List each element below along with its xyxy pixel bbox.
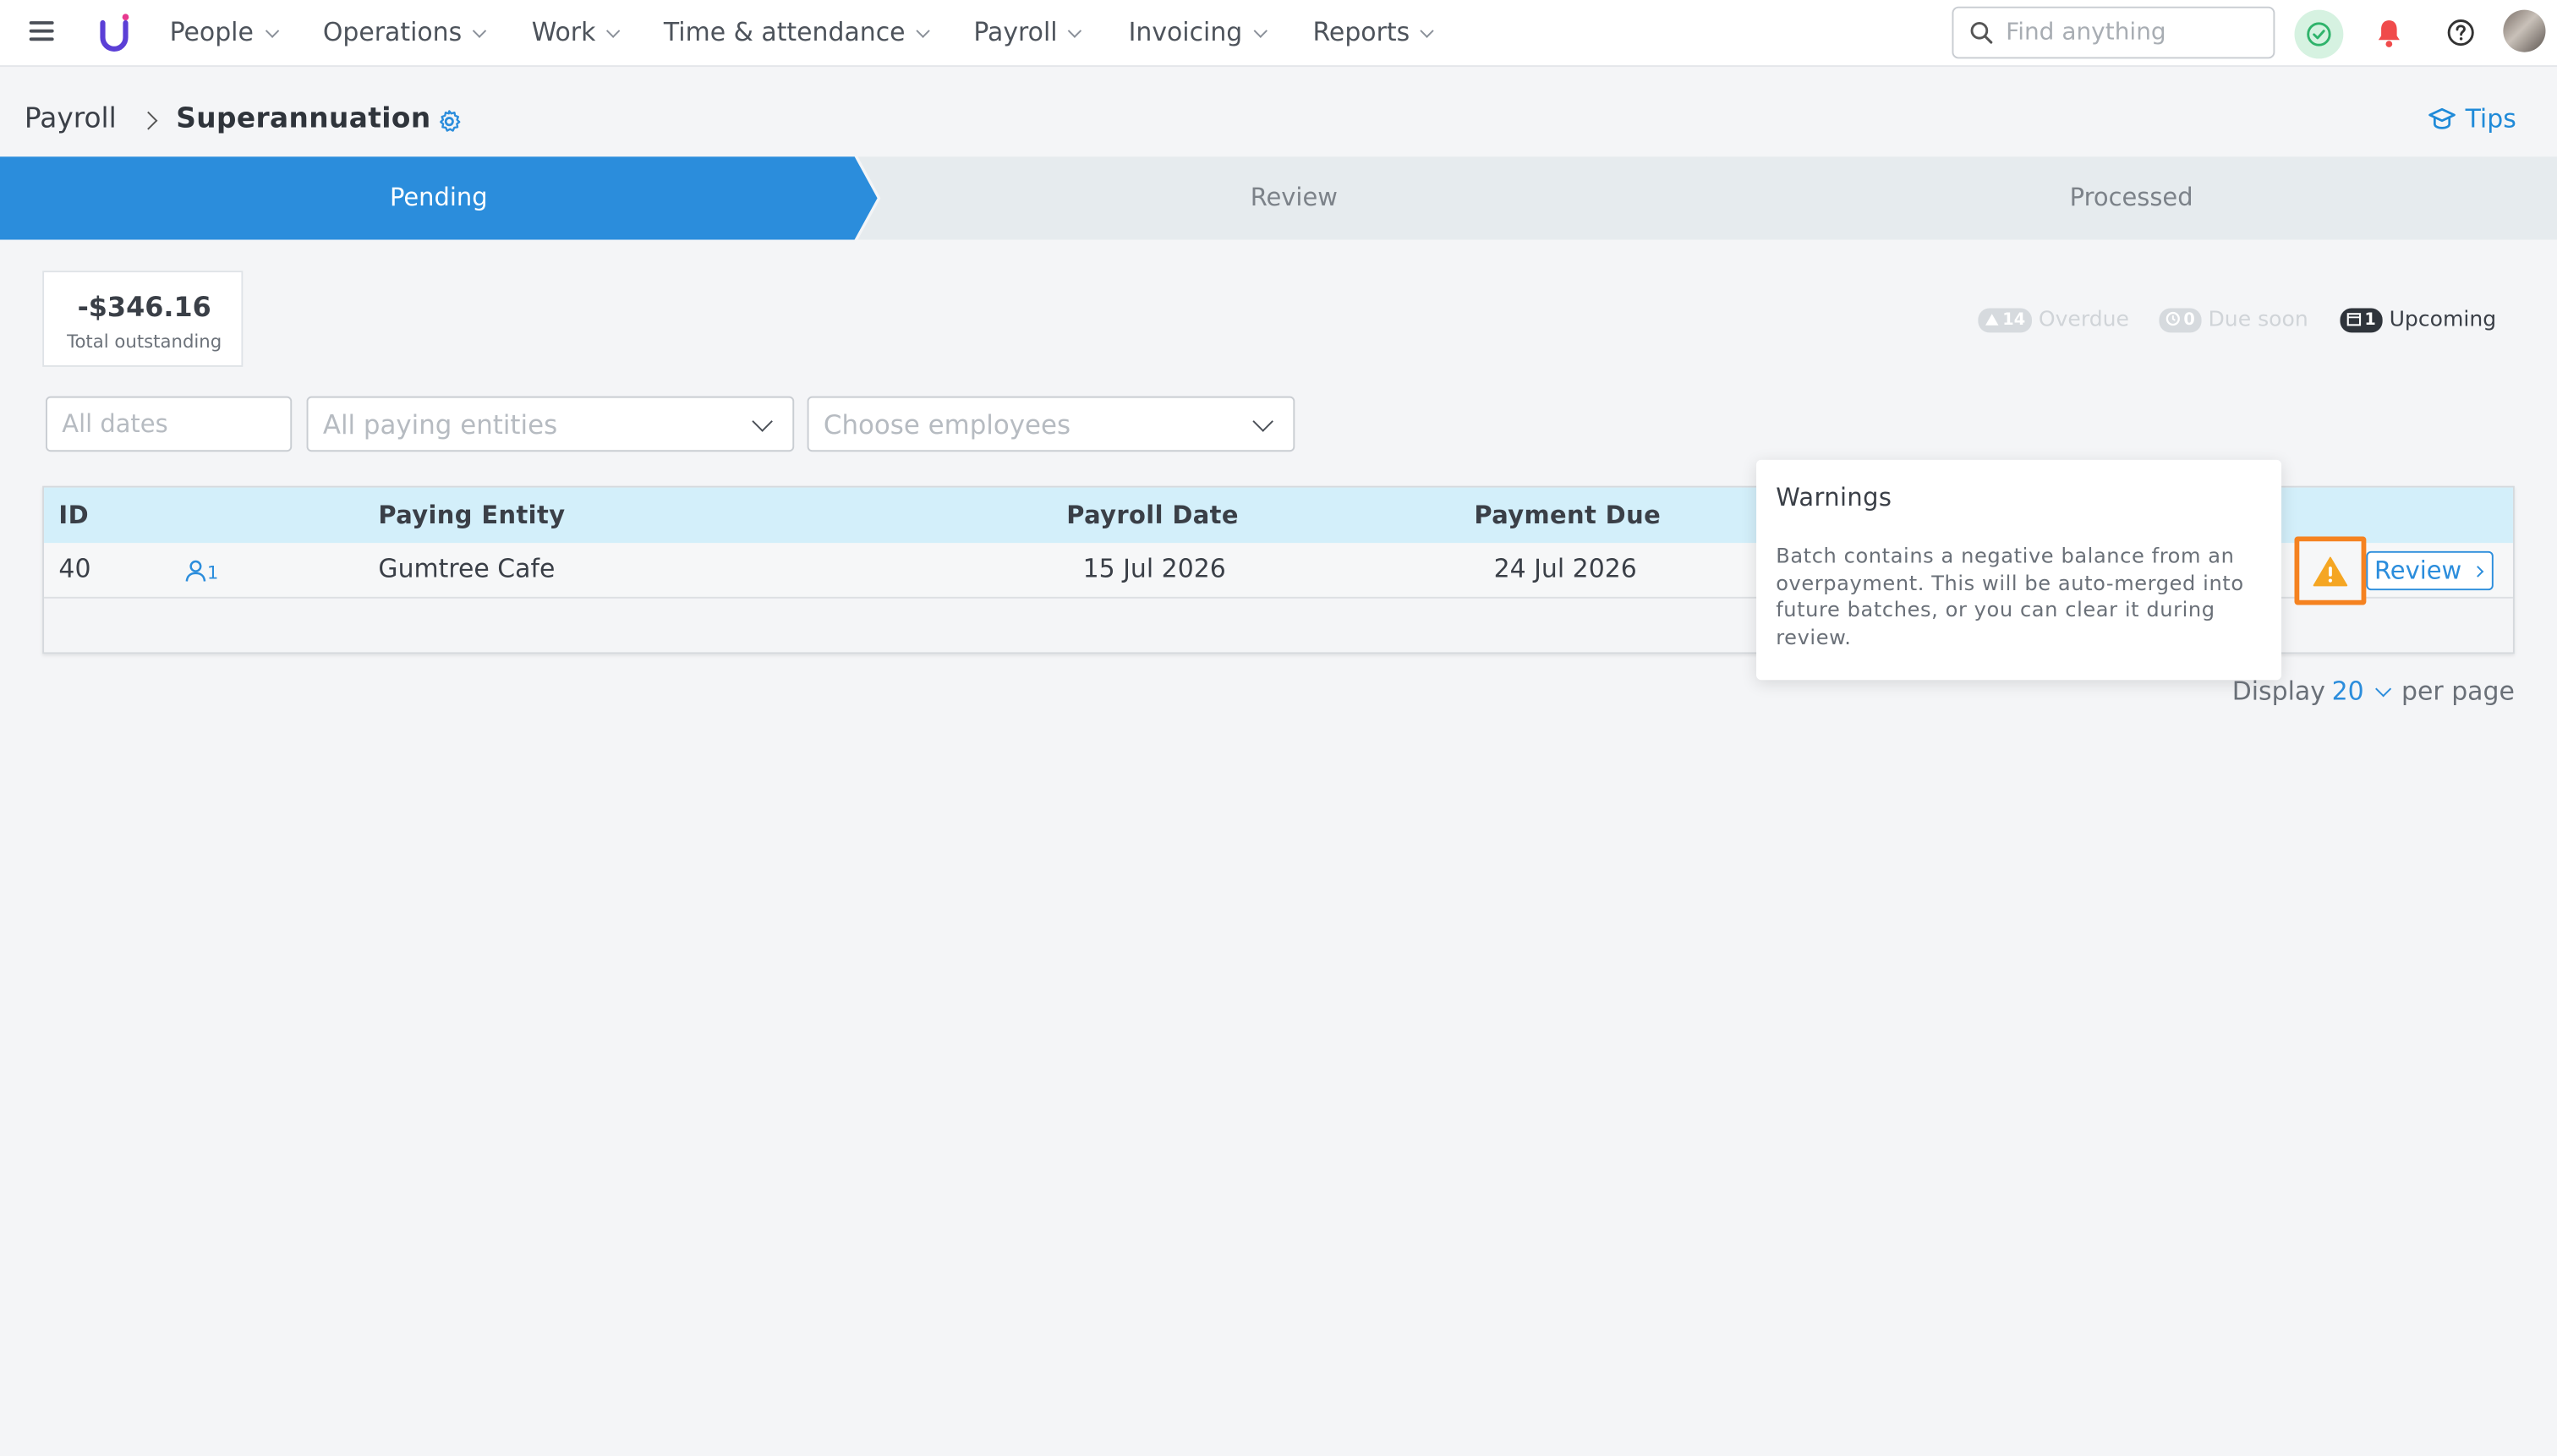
nav-reports[interactable]: Reports (1312, 14, 1435, 50)
chevron-right-icon (2471, 566, 2483, 577)
nav-people[interactable]: People (169, 14, 279, 50)
help-icon[interactable] (2446, 18, 2476, 47)
review-button[interactable]: Review (2366, 550, 2494, 591)
due-soon-count: 0 (2183, 311, 2195, 330)
employee-select-placeholder: Choose employees (823, 409, 1071, 441)
pagination-prefix: Display (2231, 676, 2325, 707)
overdue-count: 14 (2002, 311, 2026, 330)
calendar-icon (2346, 313, 2362, 326)
chevron-down-icon (1252, 411, 1273, 432)
nav-invoicing[interactable]: Invoicing (1128, 14, 1268, 50)
pagination-suffix: per page (2401, 676, 2515, 707)
person-icon (185, 560, 206, 582)
col-paying-entity[interactable]: Paying Entity (378, 501, 565, 530)
status-indicator[interactable] (2294, 9, 2344, 59)
row-payment-due: 24 Jul 2026 (1493, 554, 1637, 584)
nav-payroll[interactable]: Payroll (973, 14, 1082, 50)
filter-overdue[interactable]: 14 Overdue (1978, 308, 2129, 337)
search-icon (1970, 21, 1993, 44)
warning-icon (1985, 314, 1999, 326)
nav-work[interactable]: Work (531, 14, 621, 50)
clock-icon (2166, 311, 2180, 326)
nav-people-label: People (169, 18, 254, 47)
tips-link[interactable]: Tips (2428, 104, 2516, 134)
paying-entity-select[interactable]: All paying entities (306, 396, 795, 452)
avatar[interactable] (2503, 9, 2546, 52)
upcoming-badge: 1 (2340, 308, 2383, 333)
review-button-label: Review (2374, 556, 2462, 586)
filter-due-soon[interactable]: 0 Due soon (2159, 308, 2308, 337)
tips-label: Tips (2465, 104, 2516, 134)
status-stepper: Pending Review Processed (0, 156, 2557, 240)
pagination: Display 20 per page (2232, 676, 2515, 706)
chevron-down-icon (916, 24, 930, 38)
row-id: 40 (58, 554, 91, 584)
graduation-cap-icon (2428, 107, 2456, 129)
tab-processed[interactable]: Processed (1706, 156, 2557, 240)
nav-invoicing-label: Invoicing (1128, 18, 1243, 47)
search-input[interactable] (2006, 16, 2259, 49)
search-box[interactable] (1952, 6, 2275, 59)
chevron-down-icon[interactable] (2374, 681, 2391, 698)
employee-count-link[interactable]: 1 (184, 556, 219, 584)
check-circle-icon (2307, 22, 2331, 47)
date-filter-placeholder: All dates (62, 409, 168, 439)
warning-icon (2313, 556, 2348, 587)
total-outstanding-label: Total outstanding (67, 331, 222, 353)
filter-upcoming[interactable]: 1 Upcoming (2340, 308, 2496, 337)
gear-icon[interactable] (437, 109, 462, 134)
nav-time-attendance[interactable]: Time & attendance (663, 14, 930, 50)
top-nav: People Operations Work Time & attendance… (0, 0, 2557, 68)
bell-icon[interactable] (2374, 18, 2404, 49)
chevron-down-icon (473, 24, 487, 38)
col-payroll-date[interactable]: Payroll Date (1066, 501, 1239, 530)
chevron-down-icon (1421, 24, 1435, 38)
page-size-select[interactable]: 20 (2332, 676, 2364, 706)
chevron-down-icon (1253, 24, 1268, 38)
tooltip-title: Warnings (1776, 482, 1892, 512)
paying-entity-placeholder: All paying entities (322, 409, 558, 441)
total-outstanding-card: -$346.16 Total outstanding (42, 271, 244, 367)
chevron-down-icon (264, 24, 279, 38)
overdue-badge: 14 (1978, 308, 2032, 333)
nav-operations[interactable]: Operations (322, 14, 487, 50)
chevron-right-icon (139, 111, 158, 130)
logo-icon[interactable] (96, 13, 132, 52)
page-title: Superannuation (176, 102, 431, 136)
tooltip-body: Batch contains a negative balance from a… (1776, 543, 2244, 649)
warnings-tooltip: Warnings Batch contains a negative balan… (1756, 459, 2282, 681)
nav-time-attendance-label: Time & attendance (663, 18, 906, 47)
breadcrumb-payroll[interactable]: Payroll (25, 102, 117, 135)
tab-review[interactable]: Review (857, 156, 1731, 240)
chevron-down-icon (752, 411, 773, 432)
due-soon-badge: 0 (2159, 308, 2202, 333)
nav-payroll-label: Payroll (973, 18, 1058, 47)
chevron-down-icon (606, 24, 621, 38)
employee-select[interactable]: Choose employees (807, 396, 1295, 452)
chevron-down-icon (1068, 24, 1082, 38)
nav-work-label: Work (531, 18, 596, 47)
upcoming-label: Upcoming (2389, 308, 2497, 333)
nav-reports-label: Reports (1312, 18, 1410, 47)
total-outstanding-amount: -$346.16 (77, 292, 211, 323)
overdue-label: Overdue (2038, 308, 2129, 333)
col-id[interactable]: ID (58, 501, 89, 530)
date-filter[interactable]: All dates (45, 396, 293, 452)
row-paying-entity: Gumtree Cafe (378, 554, 556, 584)
menu-icon[interactable] (29, 21, 54, 41)
upcoming-count: 1 (2364, 311, 2376, 330)
due-soon-label: Due soon (2208, 308, 2308, 333)
warning-button[interactable] (2294, 536, 2367, 605)
nav-operations-label: Operations (322, 18, 463, 47)
col-payment-due[interactable]: Payment Due (1474, 501, 1661, 530)
employee-count: 1 (206, 562, 219, 584)
row-payroll-date: 15 Jul 2026 (1082, 554, 1226, 584)
tab-pending[interactable]: Pending (0, 156, 878, 240)
